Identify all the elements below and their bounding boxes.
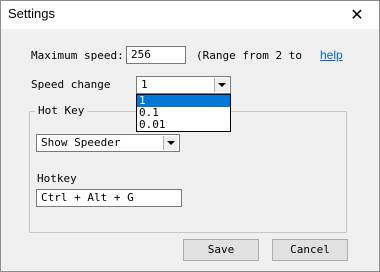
range-note: (Range from 2 to <box>196 49 302 62</box>
max-speed-label: Maximum speed: <box>31 49 124 62</box>
hotkey-input[interactable]: Ctrl + Alt + G <box>36 189 182 207</box>
speed-change-select[interactable]: 1 <box>136 76 231 94</box>
window-title: Settings <box>8 6 55 21</box>
hotkey-label: Hotkey <box>37 172 77 185</box>
chevron-down-icon[interactable] <box>163 136 178 150</box>
title-bar: Settings ✕ <box>1 1 379 29</box>
speed-change-dropdown-list: 1 0.1 0.01 <box>136 94 231 132</box>
hotkey-action-select[interactable]: Show Speeder <box>36 134 180 152</box>
close-icon[interactable]: ✕ <box>335 1 379 29</box>
hotkey-group-caption: Hot Key <box>35 104 88 117</box>
chevron-down-icon[interactable] <box>214 78 229 92</box>
dropdown-option[interactable]: 0.01 <box>137 119 230 131</box>
settings-dialog: Settings ✕ Maximum speed: 256 (Range fro… <box>0 0 380 272</box>
speed-change-label: Speed change <box>31 78 111 91</box>
save-button[interactable]: Save <box>183 239 259 261</box>
max-speed-input[interactable]: 256 <box>126 46 186 64</box>
cancel-button[interactable]: Cancel <box>272 239 348 261</box>
help-link[interactable]: help <box>320 48 343 62</box>
hotkey-action-selected: Show Speeder <box>41 136 121 149</box>
speed-change-selected: 1 <box>141 78 148 91</box>
